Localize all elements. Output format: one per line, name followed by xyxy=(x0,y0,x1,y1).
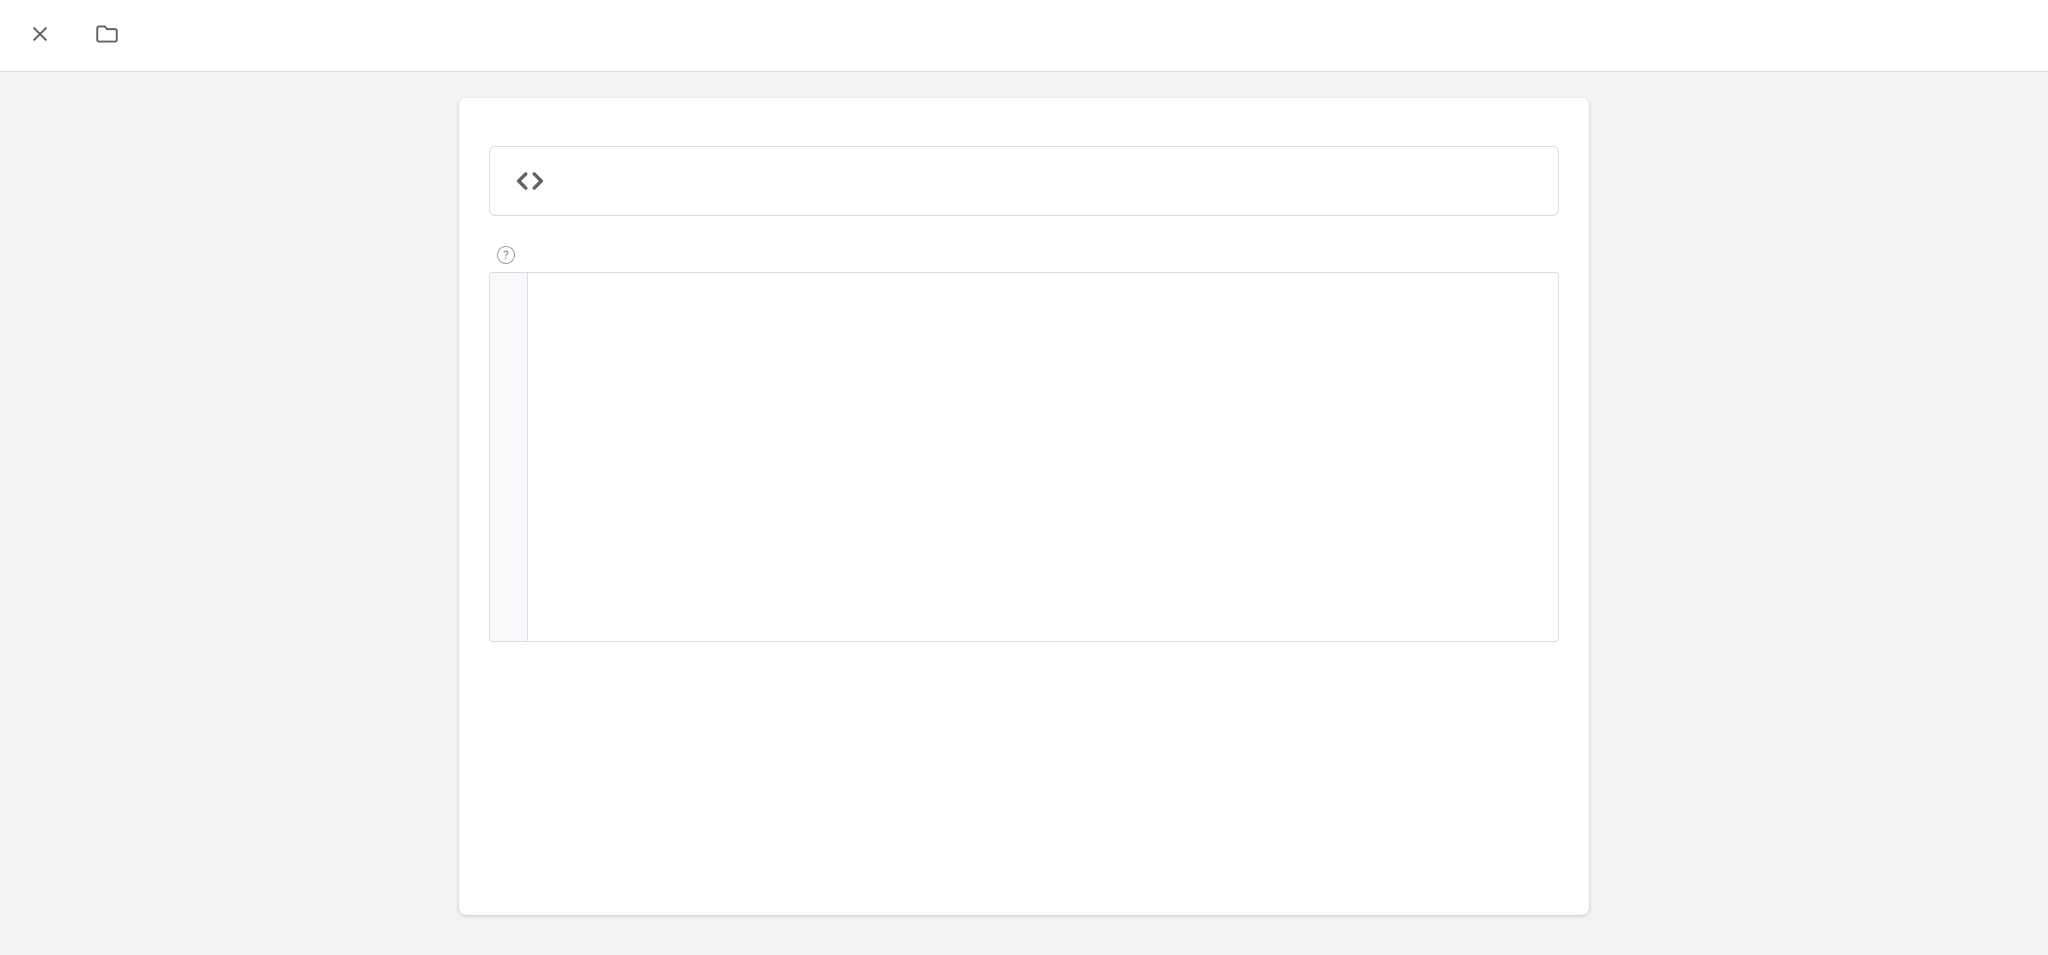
editor-gutter xyxy=(490,273,528,641)
folder-button[interactable] xyxy=(94,23,120,49)
html-code-editor[interactable] xyxy=(489,272,1559,642)
tag-type-selector[interactable] xyxy=(489,146,1559,216)
workspace: ? xyxy=(0,72,2048,955)
editor-code[interactable] xyxy=(528,273,1558,641)
code-brackets-icon xyxy=(510,161,550,201)
close-icon xyxy=(29,23,51,49)
tag-configuration-card: ? xyxy=(459,98,1589,915)
help-icon[interactable]: ? xyxy=(497,246,515,264)
folder-icon xyxy=(94,21,120,51)
close-button[interactable] xyxy=(20,16,60,56)
